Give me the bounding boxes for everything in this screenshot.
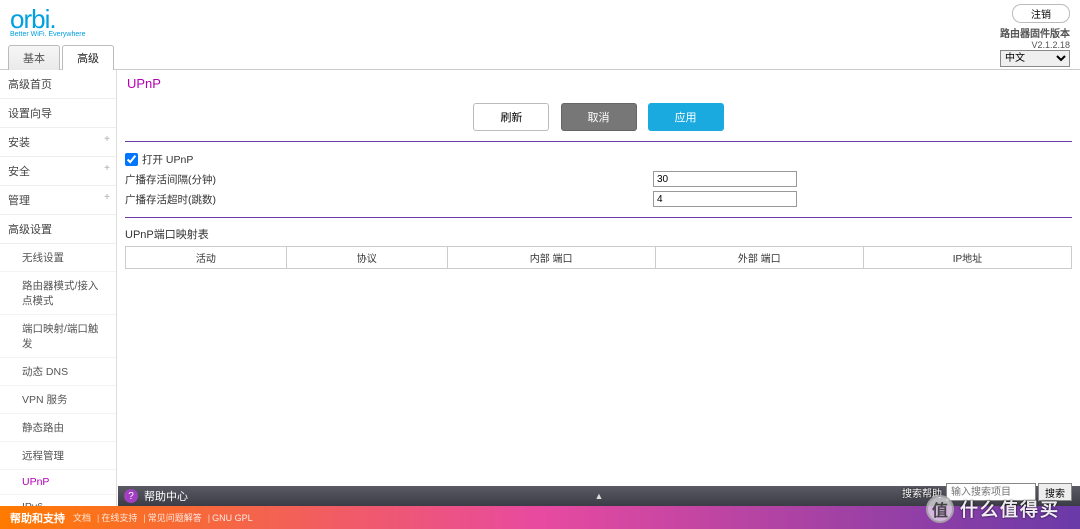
sidebar-item-admin[interactable]: 管理 <box>0 186 116 215</box>
col-protocol: 协议 <box>286 247 447 269</box>
tab-basic[interactable]: 基本 <box>8 45 60 70</box>
refresh-button[interactable]: 刷新 <box>473 103 549 131</box>
help-icon: ? <box>124 489 138 503</box>
apply-button[interactable]: 应用 <box>648 103 724 131</box>
footer-link-faq[interactable]: 常见问题解答 <box>148 511 202 524</box>
col-ext-port: 外部 端口 <box>655 247 863 269</box>
upnp-enable-checkbox[interactable] <box>125 153 138 166</box>
divider <box>125 141 1072 142</box>
portmap-table: 活动 协议 内部 端口 外部 端口 IP地址 <box>125 246 1072 269</box>
sidebar-sub-static-route[interactable]: 静态路由 <box>0 414 116 442</box>
sidebar-item-setup-wizard[interactable]: 设置向导 <box>0 99 116 128</box>
sidebar: 高级首页 设置向导 安装 安全 管理 高级设置 无线设置 路由器模式/接入点模式… <box>0 70 117 510</box>
sidebar-item-home[interactable]: 高级首页 <box>0 70 116 99</box>
sidebar-sub-router-mode[interactable]: 路由器模式/接入点模式 <box>0 272 116 315</box>
sidebar-item-adv-settings[interactable]: 高级设置 <box>0 215 116 244</box>
logout-button[interactable]: 注销 <box>1012 4 1070 23</box>
col-int-port: 内部 端口 <box>447 247 655 269</box>
adv-ttl-input[interactable] <box>653 191 797 207</box>
page-title: UPnP <box>125 74 1072 97</box>
footer-support-label: 帮助和支持 <box>10 510 65 526</box>
cancel-button[interactable]: 取消 <box>561 103 637 131</box>
language-select[interactable]: 中文 <box>1000 50 1070 67</box>
sidebar-sub-wireless[interactable]: 无线设置 <box>0 244 116 272</box>
adv-ttl-label: 广播存活超时(跳数) <box>125 192 653 207</box>
sidebar-sub-remote-mgmt[interactable]: 远程管理 <box>0 442 116 470</box>
search-pretext: 搜索帮助 <box>902 485 942 500</box>
upnp-enable-label: 打开 UPnP <box>142 152 193 167</box>
firmware-label: 路由器固件版本 <box>1000 25 1070 40</box>
divider <box>125 217 1072 218</box>
help-label: 帮助中心 <box>144 488 188 504</box>
sidebar-item-install[interactable]: 安装 <box>0 128 116 157</box>
footer-link-docs[interactable]: 文档 <box>73 511 91 524</box>
sidebar-sub-port-forwarding[interactable]: 端口映射/端口触发 <box>0 315 116 358</box>
adv-period-input[interactable] <box>653 171 797 187</box>
search-input[interactable] <box>946 483 1036 501</box>
footer-link-online[interactable]: 在线支持 <box>101 511 137 524</box>
portmap-title: UPnP端口映射表 <box>125 226 1072 242</box>
footer-link-gpl[interactable]: GNU GPL <box>212 513 253 523</box>
tab-advanced[interactable]: 高级 <box>62 45 114 70</box>
expand-up-icon[interactable]: ▲ <box>595 491 604 501</box>
firmware-version: V2.1.2.18 <box>1000 40 1070 50</box>
col-active: 活动 <box>126 247 287 269</box>
sidebar-sub-ddns[interactable]: 动态 DNS <box>0 358 116 386</box>
brand-tagline: Better WiFi. Everywhere <box>10 31 85 38</box>
sidebar-sub-vpn[interactable]: VPN 服务 <box>0 386 116 414</box>
main-tabs: 基本 高级 <box>0 44 1080 70</box>
adv-period-label: 广播存活间隔(分钟) <box>125 172 653 187</box>
sidebar-sub-upnp[interactable]: UPnP <box>0 470 116 495</box>
footer: 帮助和支持 文档| 在线支持| 常见问题解答| GNU GPL <box>0 506 1080 529</box>
sidebar-item-security[interactable]: 安全 <box>0 157 116 186</box>
col-ip: IP地址 <box>863 247 1071 269</box>
search-button[interactable]: 搜索 <box>1038 483 1072 501</box>
